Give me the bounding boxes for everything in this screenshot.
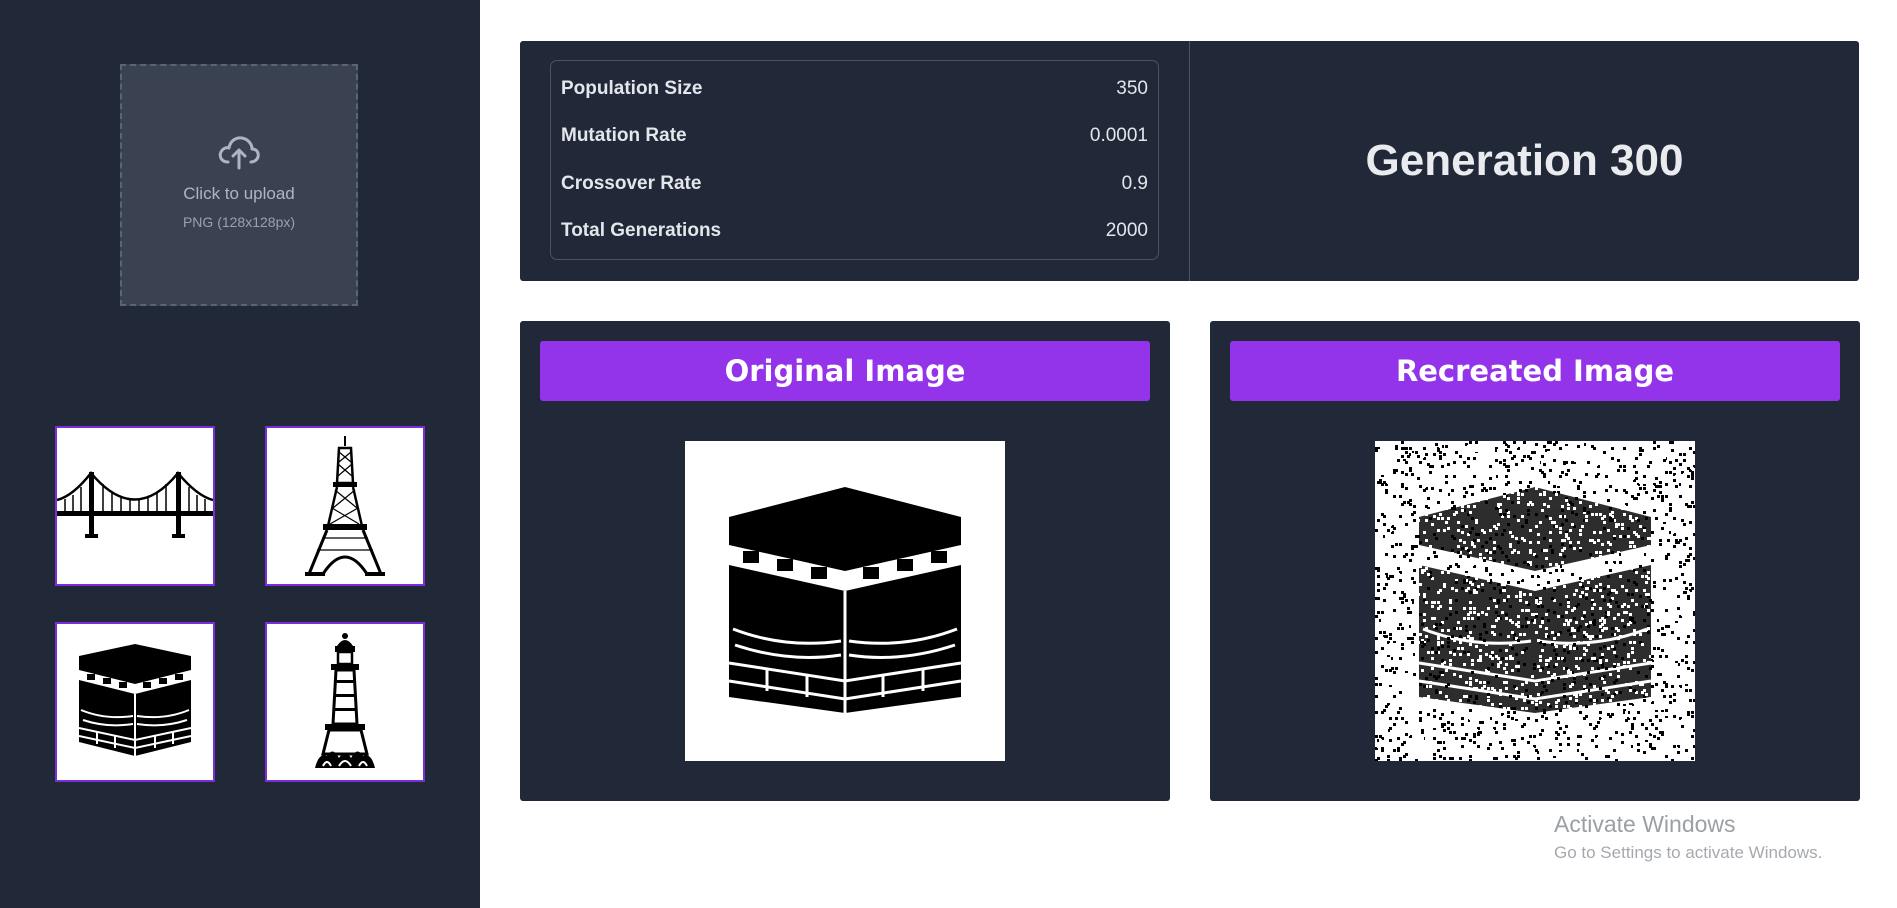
sample-thumbnail-eiffel-tower[interactable] [265, 426, 425, 586]
param-value: 0.9 [1121, 172, 1148, 194]
parameters-panel: Population Size 350 Mutation Rate 0.0001… [520, 41, 1859, 281]
param-row-crossover-rate: Crossover Rate 0.9 [561, 173, 1148, 195]
activation-watermark-subtitle: Go to Settings to activate Windows. [1554, 843, 1823, 862]
cloud-upload-icon [218, 136, 260, 170]
bridge-icon [57, 471, 213, 538]
param-row-population-size: Population Size 350 [561, 78, 1148, 100]
upload-title: Click to upload [183, 184, 295, 203]
recreated-image-card: Recreated Image [1210, 321, 1860, 801]
upload-format-hint: PNG (128x128px) [182, 214, 296, 230]
parameters-table: Population Size 350 Mutation Rate 0.0001… [550, 60, 1159, 260]
kaaba-icon [78, 644, 192, 756]
kaaba-noisy-icon [1375, 441, 1695, 761]
upload-dropzone[interactable]: Click to upload PNG (128x128px) [120, 64, 358, 306]
param-value: 350 [1116, 77, 1148, 99]
param-label: Mutation Rate [561, 125, 687, 147]
param-value: 2000 [1105, 220, 1148, 242]
param-label: Crossover Rate [561, 172, 702, 194]
eiffel-tower-icon [305, 436, 385, 576]
sidebar: Click to upload PNG (128x128px) [0, 0, 480, 908]
sample-thumbnail-kaaba[interactable] [55, 622, 215, 782]
generation-section: Generation 300 [1190, 41, 1859, 281]
original-image-title: Original Image [540, 341, 1150, 401]
sample-thumbnail-minar-tower[interactable] [265, 622, 425, 782]
param-label: Population Size [561, 77, 703, 99]
generation-counter: Generation 300 [1365, 136, 1684, 185]
activation-watermark-title: Activate Windows [1554, 811, 1736, 837]
original-image [685, 441, 1005, 761]
param-row-mutation-rate: Mutation Rate 0.0001 [561, 125, 1148, 147]
kaaba-icon [728, 487, 962, 713]
param-value: 0.0001 [1089, 125, 1148, 147]
original-image-card: Original Image [520, 321, 1170, 801]
minar-tower-icon [315, 633, 375, 768]
param-row-total-generations: Total Generations 2000 [561, 220, 1148, 242]
recreated-image-title: Recreated Image [1230, 341, 1840, 401]
param-label: Total Generations [561, 220, 722, 242]
sample-thumbnail-bridge[interactable] [55, 426, 215, 586]
parameters-section: Population Size 350 Mutation Rate 0.0001… [520, 41, 1190, 281]
recreated-image [1375, 441, 1695, 761]
